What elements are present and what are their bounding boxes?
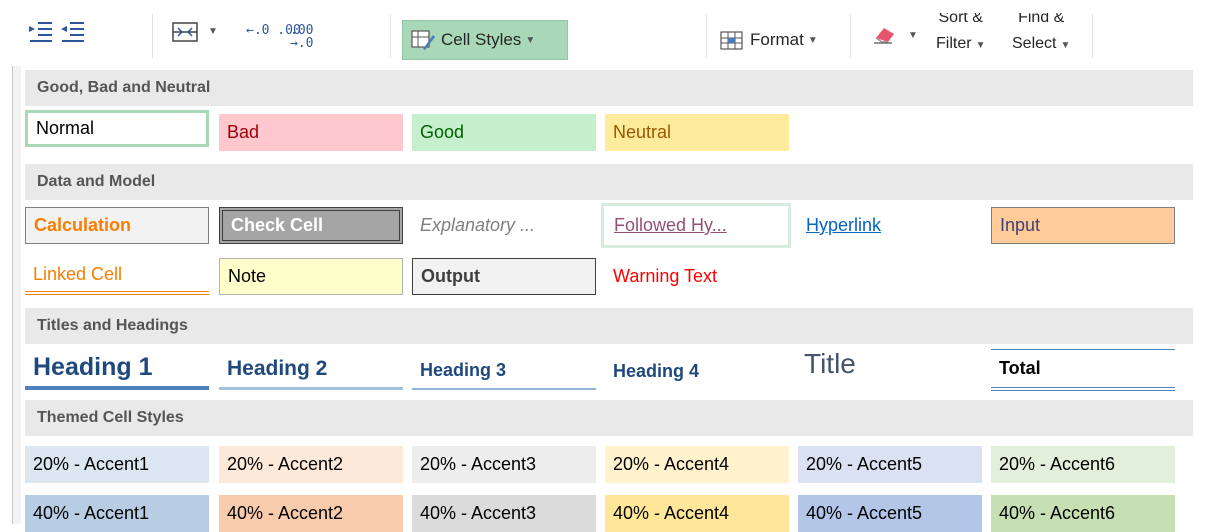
chevron-down-icon: ▼	[807, 34, 818, 46]
style-40-accent2[interactable]: 40% - Accent2	[219, 495, 403, 532]
style-heading-1[interactable]: Heading 1	[25, 348, 209, 390]
style-40-accent5[interactable]: 40% - Accent5	[798, 495, 982, 532]
style-20-accent5-label: 20% - Accent5	[806, 454, 923, 474]
style-40-accent4[interactable]: 40% - Accent4	[605, 495, 789, 532]
style-explanatory-label: Explanatory ...	[420, 215, 536, 235]
style-bad-label: Bad	[227, 122, 260, 142]
gallery-scroll-strip	[13, 66, 21, 524]
style-neutral[interactable]: Neutral	[605, 114, 789, 151]
style-20-accent2[interactable]: 20% - Accent2	[219, 446, 403, 483]
style-20-accent6-label: 20% - Accent6	[999, 454, 1116, 474]
style-heading-4[interactable]: Heading 4	[605, 352, 789, 390]
cell-styles-button[interactable]: Cell Styles ▼	[402, 20, 568, 60]
section-header-themed-cell-styles: Themed Cell Styles	[25, 400, 1193, 436]
find-select-line2: Select	[1012, 35, 1057, 52]
style-20-accent5[interactable]: 20% - Accent5	[798, 446, 982, 483]
find-select-button[interactable]: Find & Select ▼	[1012, 8, 1070, 56]
style-good[interactable]: Good	[412, 114, 596, 151]
style-input-label: Input	[1000, 215, 1041, 235]
style-neutral-label: Neutral	[613, 122, 672, 142]
style-40-accent6-label: 40% - Accent6	[999, 503, 1116, 523]
decrease-indent-icon[interactable]	[60, 20, 86, 42]
ribbon-separator	[706, 14, 707, 58]
format-label: Format	[750, 30, 804, 49]
chevron-down-icon: ▼	[975, 40, 986, 51]
style-40-accent3-label: 40% - Accent3	[420, 503, 537, 523]
style-20-accent3[interactable]: 20% - Accent3	[412, 446, 596, 483]
cell-styles-icon	[411, 30, 435, 50]
style-bad[interactable]: Bad	[219, 114, 403, 151]
eraser-icon[interactable]	[872, 24, 898, 44]
style-20-accent1[interactable]: 20% - Accent1	[25, 446, 209, 483]
style-40-accent1-label: 40% - Accent1	[33, 503, 150, 523]
decrease-decimal-icon[interactable]: .00 →.0	[290, 24, 330, 50]
style-note-label: Note	[228, 266, 267, 286]
style-linked-cell-label: Linked Cell	[33, 264, 123, 284]
style-heading-4-label: Heading 4	[613, 360, 700, 381]
style-calculation-label: Calculation	[34, 215, 132, 235]
chevron-down-icon[interactable]: ▼	[908, 30, 918, 41]
cell-styles-gallery: Good, Bad and Neutral Normal Bad Good Ne…	[12, 66, 1206, 532]
style-total-label: Total	[999, 358, 1041, 378]
style-followed-hyperlink-label: Followed Hy...	[614, 215, 727, 235]
merge-center-icon[interactable]	[172, 22, 198, 42]
style-heading-3[interactable]: Heading 3	[412, 352, 596, 390]
style-note[interactable]: Note	[219, 258, 403, 295]
section-header-good-bad-neutral: Good, Bad and Neutral	[25, 70, 1193, 106]
style-hyperlink[interactable]: Hyperlink	[798, 207, 982, 244]
style-title-label: Title	[804, 348, 856, 379]
style-40-accent5-label: 40% - Accent5	[806, 503, 923, 523]
style-output[interactable]: Output	[412, 258, 596, 295]
style-warning-text[interactable]: Warning Text	[605, 258, 789, 295]
style-warning-text-label: Warning Text	[613, 266, 718, 286]
style-40-accent1[interactable]: 40% - Accent1	[25, 495, 209, 532]
chevron-down-icon: ▼	[525, 34, 536, 46]
style-check-cell-label: Check Cell	[231, 215, 324, 235]
ribbon-separator	[152, 14, 153, 58]
style-heading-1-label: Heading 1	[33, 352, 153, 381]
style-20-accent4-label: 20% - Accent4	[613, 454, 730, 474]
section-header-data-model: Data and Model	[25, 164, 1193, 200]
style-check-cell[interactable]: Check Cell	[219, 207, 403, 244]
style-calculation[interactable]: Calculation	[25, 207, 209, 244]
style-40-accent2-label: 40% - Accent2	[227, 503, 344, 523]
style-total[interactable]: Total	[991, 349, 1175, 391]
style-title[interactable]: Title	[798, 344, 982, 384]
style-explanatory[interactable]: Explanatory ...	[412, 207, 596, 244]
style-followed-hyperlink[interactable]: Followed Hy...	[601, 203, 791, 248]
style-good-label: Good	[420, 122, 465, 142]
cell-styles-label: Cell Styles	[441, 30, 522, 49]
style-heading-3-label: Heading 3	[420, 359, 507, 380]
ribbon-separator	[1092, 14, 1093, 58]
increase-indent-icon[interactable]	[28, 20, 54, 42]
style-20-accent2-label: 20% - Accent2	[227, 454, 344, 474]
sort-filter-button[interactable]: Sort & Filter ▼	[936, 8, 985, 56]
chevron-down-icon: ▼	[1060, 40, 1071, 51]
format-button[interactable]: Format ▼	[720, 20, 818, 60]
style-normal[interactable]: Normal	[25, 110, 209, 147]
merge-dropdown-icon[interactable]: ▼	[208, 26, 218, 37]
sort-filter-line1: Sort &	[938, 9, 983, 26]
section-header-titles-headings: Titles and Headings	[25, 308, 1193, 344]
style-input[interactable]: Input	[991, 207, 1175, 244]
ribbon-separator	[850, 14, 851, 58]
ribbon-separator	[390, 14, 391, 58]
style-hyperlink-label: Hyperlink	[806, 215, 882, 235]
style-heading-2-label: Heading 2	[227, 356, 328, 380]
ribbon: ▼ ←.0 .00 .00 →.0 Cell Styles ▼ Format ▼…	[0, 0, 1206, 66]
format-icon	[720, 31, 743, 50]
style-20-accent1-label: 20% - Accent1	[33, 454, 150, 474]
find-select-line1: Find &	[1018, 9, 1065, 26]
style-40-accent3[interactable]: 40% - Accent3	[412, 495, 596, 532]
style-output-label: Output	[421, 266, 480, 286]
style-heading-2[interactable]: Heading 2	[219, 350, 403, 390]
style-40-accent4-label: 40% - Accent4	[613, 503, 730, 523]
style-20-accent3-label: 20% - Accent3	[420, 454, 537, 474]
style-20-accent4[interactable]: 20% - Accent4	[605, 446, 789, 483]
style-normal-label: Normal	[36, 118, 95, 138]
style-40-accent6[interactable]: 40% - Accent6	[991, 495, 1175, 532]
style-linked-cell[interactable]: Linked Cell	[25, 258, 209, 295]
style-20-accent6[interactable]: 20% - Accent6	[991, 446, 1175, 483]
sort-filter-line2: Filter	[936, 35, 972, 52]
